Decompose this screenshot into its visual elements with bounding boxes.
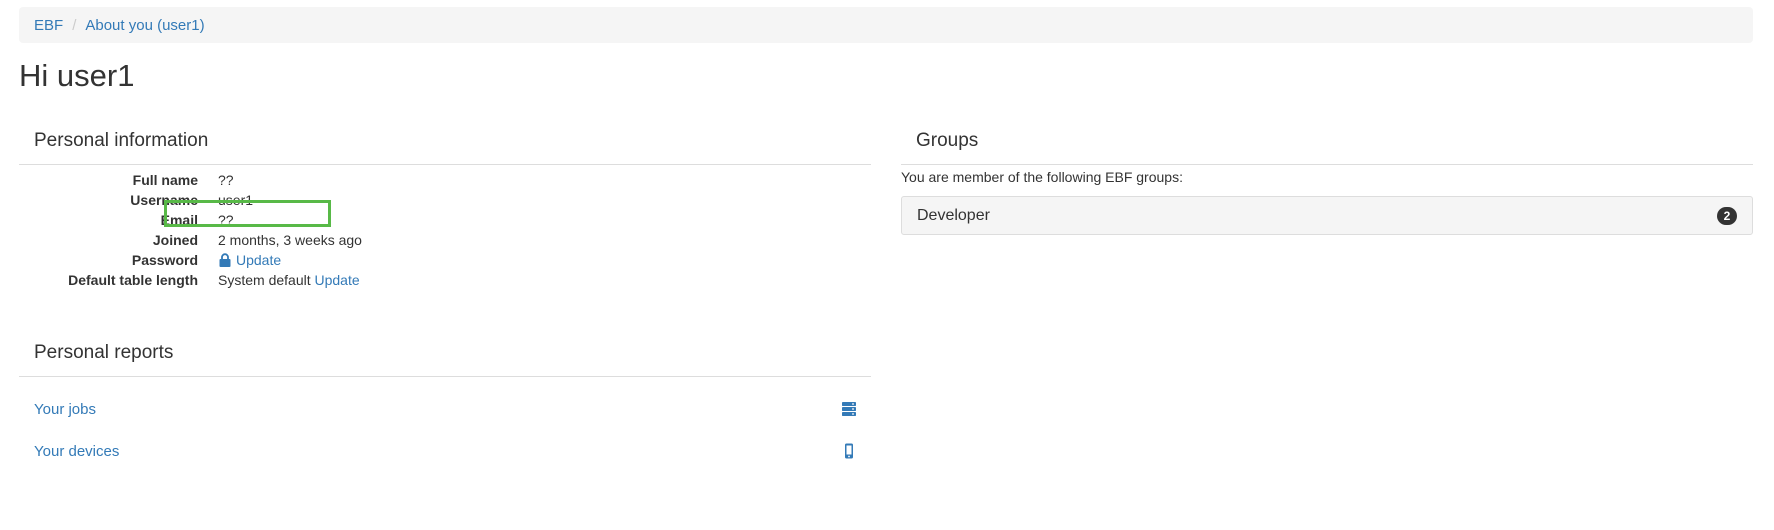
info-row-username: Username user1: [19, 190, 362, 210]
password-label: Password: [131, 252, 198, 268]
password-value: Update: [218, 252, 281, 268]
info-row-table-length: Default table length System default Upda…: [19, 270, 362, 290]
full-name-value: ??: [218, 172, 234, 188]
info-row-full-name: Full name ??: [19, 170, 362, 190]
report-item-your-devices[interactable]: Your devices: [19, 441, 871, 461]
lock-icon: [219, 253, 231, 267]
full-name-label: Full name: [132, 172, 198, 188]
personal-info-panel: Personal information Full name ?? Userna…: [19, 117, 871, 307]
breadcrumb-home-link[interactable]: EBF: [34, 17, 63, 34]
username-label: Username: [130, 192, 198, 208]
groups-panel: Groups You are member of the following E…: [901, 117, 1753, 247]
page-title: Hi user1: [19, 58, 135, 93]
table-length-label: Default table length: [68, 272, 198, 288]
group-name: Developer: [917, 206, 990, 224]
password-update-link[interactable]: Update: [218, 252, 281, 268]
joined-label: Joined: [152, 232, 198, 248]
personal-info-table: Full name ?? Username user1 Email ?? Joi…: [19, 170, 362, 290]
personal-info-heading: Personal information: [19, 117, 871, 165]
username-value: user1: [218, 192, 254, 208]
mobile-icon: [845, 443, 853, 459]
breadcrumb-current-link[interactable]: About you (user1): [85, 17, 204, 34]
breadcrumb-separator: /: [72, 16, 77, 34]
table-length-update-link[interactable]: Update: [315, 272, 360, 288]
table-length-value: System default Update: [218, 272, 360, 288]
group-member-count-badge: 2: [1717, 206, 1737, 225]
personal-reports-panel: Personal reports Your jobs Your devices: [19, 329, 871, 469]
email-value: ??: [218, 212, 234, 228]
info-row-joined: Joined 2 months, 3 weeks ago: [19, 230, 362, 250]
breadcrumb: EBF / About you (user1): [19, 7, 1753, 43]
info-row-password: Password Update: [19, 250, 362, 270]
email-label: Email: [160, 212, 198, 228]
group-item-developer[interactable]: Developer 2: [901, 196, 1753, 235]
report-item-your-jobs[interactable]: Your jobs: [19, 399, 871, 419]
groups-intro-text: You are member of the following EBF grou…: [901, 169, 1183, 185]
server-icon: [842, 402, 856, 416]
info-row-email: Email ??: [19, 210, 362, 230]
table-length-current: System default: [218, 272, 311, 288]
your-devices-label: Your devices: [34, 442, 120, 460]
your-jobs-label: Your jobs: [34, 400, 96, 418]
personal-reports-heading: Personal reports: [19, 329, 871, 377]
joined-value: 2 months, 3 weeks ago: [218, 232, 362, 248]
password-update-label: Update: [236, 252, 282, 268]
groups-heading: Groups: [901, 117, 1753, 165]
